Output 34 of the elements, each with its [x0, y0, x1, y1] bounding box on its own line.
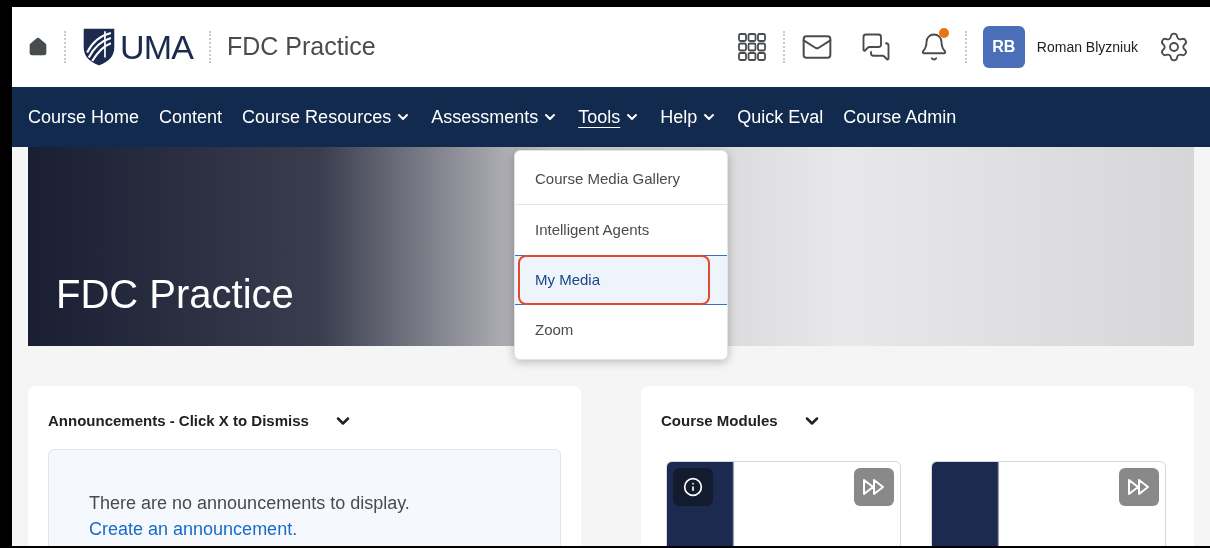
banner-title: FDC Practice [56, 274, 294, 314]
fast-forward-icon [1127, 477, 1151, 496]
module-tile-image[interactable] [666, 460, 901, 546]
card-title: Course Modules [661, 411, 778, 431]
app-grid-icon[interactable] [736, 32, 767, 62]
module-tile-image[interactable] [931, 460, 1166, 546]
course-title: FDC Practice [227, 31, 376, 63]
nav-item[interactable]: Content [159, 103, 223, 131]
info-icon [683, 476, 703, 497]
shield-logo-icon [82, 27, 116, 67]
menu-item[interactable]: Zoom [515, 305, 727, 355]
nav-item[interactable]: Quick Eval [737, 103, 824, 131]
user-avatar[interactable]: RB [982, 26, 1025, 68]
menu-item[interactable]: My Media [515, 255, 727, 305]
nav-item[interactable]: Help [660, 103, 718, 131]
user-name[interactable]: Roman Blyzniuk [1036, 36, 1138, 58]
nav-item[interactable]: Course Resources [242, 103, 412, 131]
nav-item[interactable]: Course Home [28, 103, 140, 131]
empty-message: There are no announcements to display. [89, 491, 411, 515]
nav-item[interactable]: Assessments [431, 103, 559, 131]
card-title: Announcements - Click X to Dismiss [48, 411, 309, 431]
settings-icon[interactable] [1158, 31, 1190, 63]
logo-text: UMA [120, 30, 193, 64]
menu-item[interactable]: Course Media Gallery [515, 155, 727, 205]
create-announcement-link[interactable]: Create an announcement. [89, 518, 298, 539]
nav-item[interactable]: Tools [578, 103, 641, 131]
info-button[interactable] [673, 467, 713, 506]
home-icon[interactable] [28, 37, 48, 57]
forward-button[interactable] [854, 467, 894, 506]
nav-item[interactable]: Course Admin [843, 103, 957, 131]
fast-forward-icon [862, 477, 886, 496]
chat-icon[interactable] [860, 32, 891, 62]
forward-button[interactable] [1119, 467, 1159, 506]
menu-item[interactable]: Intelligent Agents [515, 205, 727, 255]
